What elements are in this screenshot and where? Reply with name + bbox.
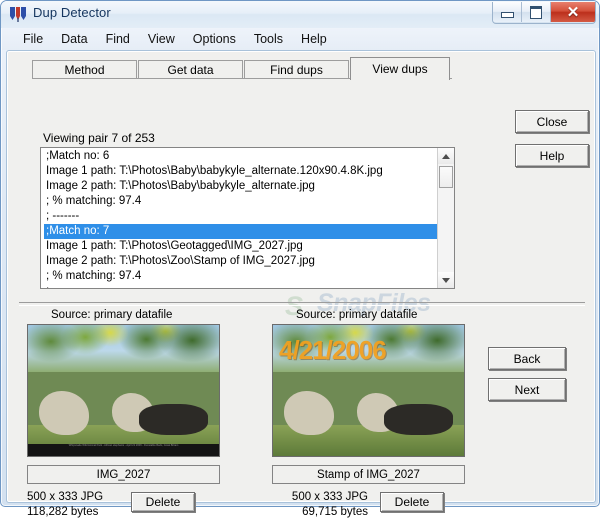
left-meta-row: 500 x 333 JPG 118,282 bytes Delete [27,490,220,520]
menu-item-tools[interactable]: Tools [245,30,292,48]
list-item[interactable]: ; ------- [44,284,437,288]
list-item[interactable]: Image 1 path: T:\Photos\Geotagged\IMG_20… [44,239,437,254]
chevron-down-icon [442,277,450,283]
left-source-label: Source: primary datafile [51,309,173,321]
panel-divider [19,302,585,306]
tab-get-data[interactable]: Get data [138,60,243,79]
list-item[interactable]: ;Match no: 6 [44,149,437,164]
list-item[interactable]: Image 2 path: T:\Photos\Baby\babykyle_al… [44,179,437,194]
tab-method[interactable]: Method [32,60,137,79]
image-datestamp-overlay: 4/21/2006 [279,335,387,365]
right-dimensions: 500 x 333 JPG [291,491,368,503]
menu-item-file[interactable]: File [14,30,52,48]
thumb-shadow [383,403,453,436]
list-item[interactable]: ; ------- [44,209,437,224]
close-button[interactable]: Close [515,110,589,133]
listbox-scrollbar[interactable] [437,148,454,288]
close-window-button[interactable]: ✕ [551,2,595,22]
left-filename-field[interactable]: IMG_2027 [27,465,220,484]
list-item[interactable]: ; % matching: 97.4 [44,269,437,284]
client-area: Method Get data Find dups View dups View… [6,50,596,518]
scroll-down-button[interactable] [438,272,454,288]
tab-find-dups[interactable]: Find dups [244,60,349,79]
menu-bar: File Data Find View Options Tools Help [2,28,598,50]
left-image-panel: Source: primary datafile Whipsnade Wild … [27,309,220,520]
help-button[interactable]: Help [515,144,589,167]
list-item[interactable]: Image 2 path: T:\Photos\Zoo\Stamp of IMG… [44,254,437,269]
application-window: Dup Detector ✕ File Data Find View Optio… [0,0,600,518]
thumb-caption-text: Whipsnade Wild Animal Park - African ele… [68,444,179,448]
tab-view-dups[interactable]: View dups [350,57,450,80]
left-dimensions: 500 x 333 JPG [27,491,104,503]
minimize-button[interactable] [493,2,522,22]
menu-item-options[interactable]: Options [184,30,245,48]
menu-item-help[interactable]: Help [292,30,336,48]
title-bar: Dup Detector ✕ [1,1,599,28]
tab-strip: Method Get data Find dups View dups [32,57,452,80]
scrollbar-thumb[interactable] [439,166,453,188]
left-delete-button[interactable]: Delete [131,492,195,512]
thumb-caption-bar: Whipsnade Wild Animal Park - African ele… [28,444,219,456]
thumb-shadow [138,403,208,436]
maximize-icon [530,5,542,19]
menu-item-data[interactable]: Data [52,30,96,48]
left-file-info: 500 x 333 JPG 118,282 bytes [27,490,123,520]
right-meta-row: 500 x 333 JPG 69,715 bytes Delete [272,490,465,520]
back-button[interactable]: Back [488,347,566,370]
right-file-info: 500 x 333 JPG 69,715 bytes [272,490,372,520]
viewing-pair-status: Viewing pair 7 of 253 [43,131,155,145]
thumb-rock [39,390,90,436]
right-image-panel: Source: primary datafile 4/21/2006 Stamp… [272,309,465,520]
match-listbox[interactable]: ;Match no: 6 Image 1 path: T:\Photos\Bab… [40,147,455,289]
menu-item-view[interactable]: View [139,30,184,48]
maximize-button[interactable] [522,2,551,22]
menu-item-find[interactable]: Find [97,30,139,48]
window-controls: ✕ [492,2,596,24]
app-logo-icon [10,7,26,22]
right-filesize: 69,715 bytes [302,506,368,518]
next-button[interactable]: Next [488,378,566,401]
right-image-thumbnail[interactable]: 4/21/2006 [272,324,465,457]
active-tab-mask [351,78,449,80]
close-icon: ✕ [566,3,580,21]
match-list-lines: ;Match no: 6 Image 1 path: T:\Photos\Bab… [41,148,437,288]
list-item-selected[interactable]: ;Match no: 7 [44,224,437,239]
left-filesize: 118,282 bytes [27,506,99,518]
right-filename-field[interactable]: Stamp of IMG_2027 [272,465,465,484]
thumb-rock [284,390,335,436]
list-item[interactable]: Image 1 path: T:\Photos\Baby\babykyle_al… [44,164,437,179]
scroll-up-button[interactable] [438,148,454,164]
right-source-label: Source: primary datafile [296,309,418,321]
window-title: Dup Detector [33,5,111,20]
left-image-thumbnail[interactable]: Whipsnade Wild Animal Park - African ele… [27,324,220,457]
thumb-foliage [28,325,219,381]
list-item[interactable]: ; % matching: 97.4 [44,194,437,209]
minimize-icon [500,11,514,18]
right-delete-button[interactable]: Delete [380,492,444,512]
chevron-up-icon [442,153,450,159]
